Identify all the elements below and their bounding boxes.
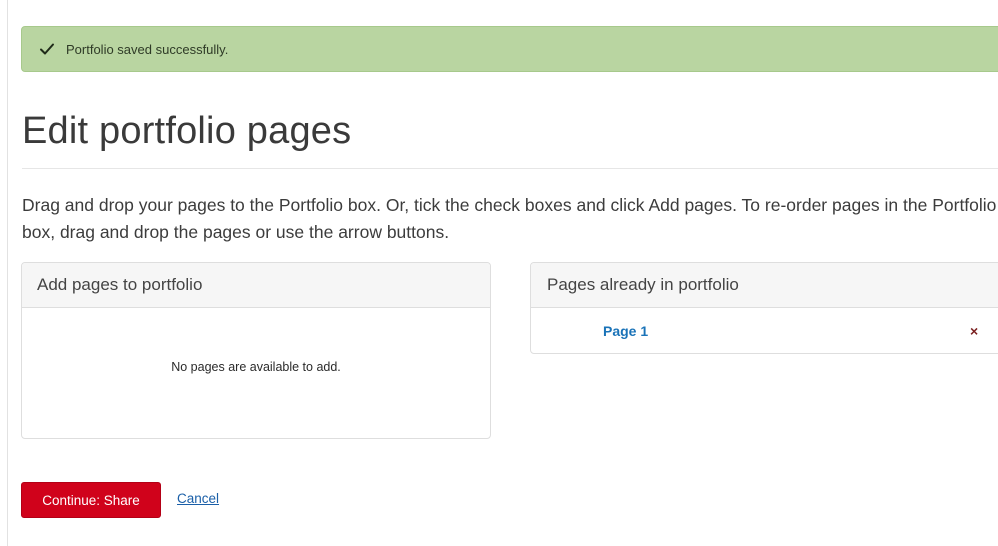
no-pages-message: No pages are available to add. bbox=[171, 360, 341, 374]
cancel-link[interactable]: Cancel bbox=[177, 491, 219, 506]
alert-message: Portfolio saved successfully. bbox=[66, 41, 229, 57]
page: Portfolio saved successfully. Edit portf… bbox=[0, 0, 998, 546]
page-title: Edit portfolio pages bbox=[22, 110, 352, 152]
add-pages-panel: Add pages to portfolio No pages are avai… bbox=[21, 262, 491, 439]
continue-share-button[interactable]: Continue: Share bbox=[21, 482, 161, 518]
add-pages-panel-title: Add pages to portfolio bbox=[22, 263, 490, 308]
portfolio-page-row[interactable]: Page 1 × bbox=[531, 308, 998, 354]
page-link[interactable]: Page 1 bbox=[603, 323, 648, 339]
portfolio-pages-panel-title: Pages already in portfolio bbox=[531, 263, 998, 308]
title-divider bbox=[22, 168, 998, 169]
check-icon bbox=[39, 41, 55, 57]
intro-text: Drag and drop your pages to the Portfoli… bbox=[22, 195, 997, 242]
success-alert: Portfolio saved successfully. bbox=[21, 26, 998, 72]
close-icon[interactable]: × bbox=[970, 323, 978, 339]
portfolio-pages-panel: Pages already in portfolio Page 1 × bbox=[530, 262, 998, 354]
left-border bbox=[7, 0, 8, 546]
